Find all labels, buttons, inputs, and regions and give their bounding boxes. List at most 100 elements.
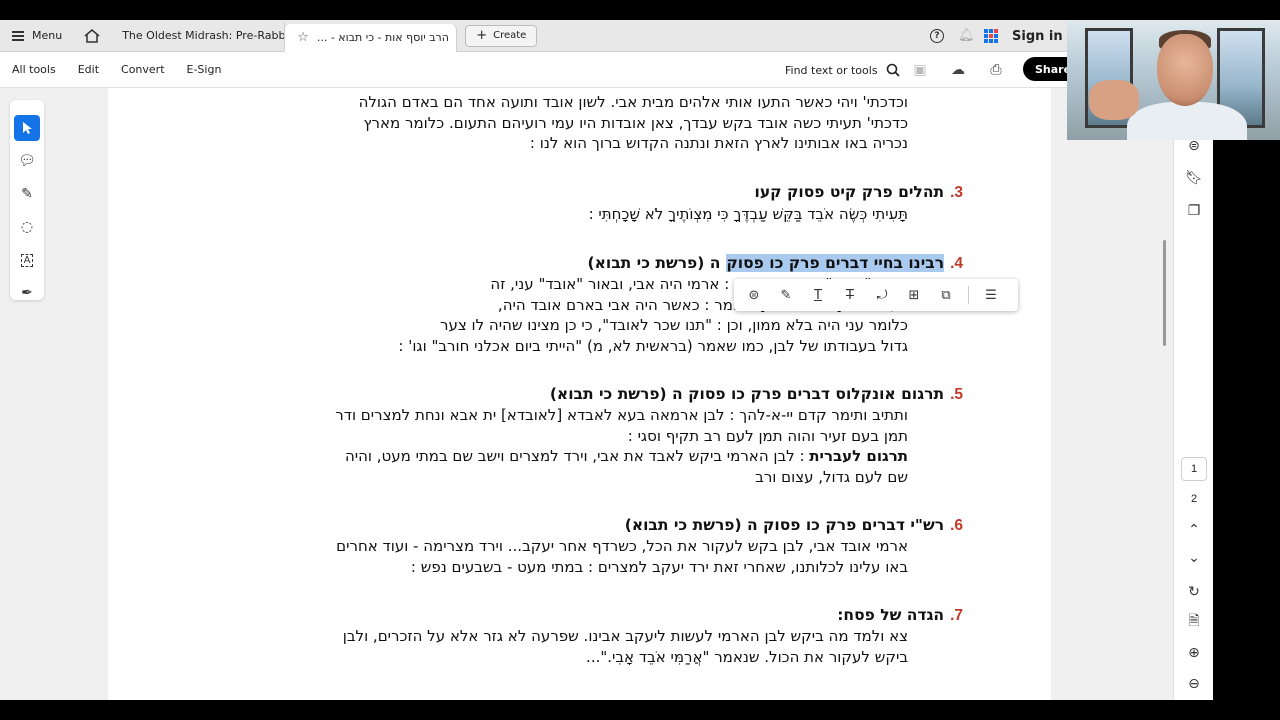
zoom-in-icon[interactable]: ⊕ bbox=[1184, 643, 1204, 663]
section-6-body: ארמי אובד אבי, לבן בקש לעקור את הכל, כשר… bbox=[248, 536, 908, 577]
vertical-scrollbar[interactable] bbox=[1163, 240, 1166, 346]
pen-icon: ✎ bbox=[21, 186, 33, 202]
section-number: .4 bbox=[950, 255, 963, 272]
draw-tool[interactable]: ✎ bbox=[14, 181, 40, 207]
chevron-up-icon[interactable]: ⌃ bbox=[1184, 520, 1204, 540]
apps-grid-icon[interactable] bbox=[984, 29, 998, 43]
signature-tool[interactable]: ✒ bbox=[14, 280, 40, 306]
section-4-heading: .4 רבינו בחיי דברים פרק כו פסוק ה (פרשת … bbox=[588, 254, 963, 273]
print-icon[interactable]: ⎙ bbox=[988, 62, 1004, 78]
text-line: גדול בעבודתו של לבן, כמו שאמר (בראשית לא… bbox=[398, 336, 908, 355]
presenter-face bbox=[1157, 34, 1213, 106]
bell-icon[interactable]: 🔔︎ bbox=[958, 29, 975, 43]
comment-tool[interactable]: 💬︎ bbox=[14, 148, 40, 174]
section-number: .7 bbox=[950, 607, 963, 624]
section-5-heading: .5 תרגום אונקלוס דברים פרק כו פסוק ה (פר… bbox=[550, 385, 963, 404]
cursor-icon bbox=[23, 122, 32, 134]
text-line: וכדכתי' ויהי כאשר התעו אותי אלהים מבית א… bbox=[358, 93, 908, 111]
document-info-icon[interactable]: 🗎︎ bbox=[1184, 612, 1204, 632]
tab-oldest-midrash[interactable]: The Oldest Midrash: Pre-Rabbini... bbox=[110, 21, 286, 50]
menu-button[interactable]: Menu bbox=[0, 20, 74, 51]
intro-paragraph: וכדכתי' ויהי כאשר התעו אותי אלהים מבית א… bbox=[248, 92, 908, 154]
document-page[interactable]: וכדכתי' ויהי כאשר התעו אותי אלהים מבית א… bbox=[108, 88, 1051, 700]
hamburger-icon bbox=[12, 30, 24, 41]
tab-bar-right: ? 🔔︎ Sign in bbox=[930, 20, 1063, 52]
bookmark-icon[interactable]: 🔖︎ bbox=[1184, 168, 1204, 188]
find-text-tools[interactable]: Find text or tools bbox=[785, 52, 900, 88]
text-line: נכריה באו אבותינו לארץ הזאת ונתנה הקדוש … bbox=[529, 134, 908, 152]
screen-border bbox=[1213, 140, 1280, 720]
edit-menu[interactable]: Edit bbox=[78, 63, 99, 76]
chevron-down-icon[interactable]: ⌄ bbox=[1184, 548, 1204, 568]
page-thumbnail-2[interactable]: 2 bbox=[1181, 487, 1207, 511]
page-thumbnail-1[interactable]: 1 bbox=[1181, 457, 1207, 481]
tab-title: The Oldest Midrash: Pre-Rabbini... bbox=[122, 29, 286, 42]
presenter-hand bbox=[1089, 80, 1139, 120]
strikethrough-icon[interactable]: T bbox=[840, 285, 860, 305]
text-line: כלומר עני היה בלא ממון, וכן : "תנו שכר ל… bbox=[440, 316, 908, 334]
signature-icon: ✒ bbox=[21, 285, 33, 301]
section-title: ה (פרשת כי תבוא) bbox=[587, 254, 721, 272]
add-comment-icon[interactable]: ⊜ bbox=[744, 285, 764, 305]
pages-panel-icon[interactable]: ❐ bbox=[1184, 201, 1204, 221]
comment-icon: 💬︎ bbox=[18, 153, 36, 169]
menu-label: Menu bbox=[32, 29, 63, 42]
text-selection-toolbar: ⊜ ✎ T T ⤾ ⊞ ⧉ ☰ bbox=[734, 279, 1018, 311]
text-line: תמן בעם זעיר והוה תמן לעם רב תקיף וסגי : bbox=[627, 426, 908, 445]
section-3-heading: .3 תהלים פרק קיט פסוק קעו bbox=[755, 183, 963, 202]
tab-active-document[interactable]: ☆ הרב יוסף אות - כי תבוא - ... ✕ bbox=[285, 23, 458, 52]
all-tools-menu[interactable]: All tools bbox=[12, 63, 56, 76]
create-button[interactable]: + Create bbox=[465, 24, 538, 47]
star-icon[interactable]: ☆ bbox=[297, 30, 309, 45]
save-icon[interactable]: ▣ bbox=[912, 62, 928, 78]
refresh-icon[interactable]: ↻ bbox=[1184, 582, 1204, 602]
left-tool-rail: 💬︎ ✎ ◌ A ✒ bbox=[0, 88, 108, 700]
translation-line: תרגום לעברית : לבן הארמי ביקש לאבד את אב… bbox=[248, 446, 908, 467]
text-line: ביקש לעקור את הכול. שנאמר "אֲרַמִּי אֹבֵ… bbox=[586, 647, 908, 666]
find-label: Find text or tools bbox=[785, 63, 878, 77]
section-number: .6 bbox=[950, 517, 963, 534]
zoom-out-icon[interactable]: ⊖ bbox=[1184, 674, 1204, 694]
section-number: .5 bbox=[950, 386, 963, 403]
section-7-body: צא ולמד מה ביקש לבן הארמי לעשות ליעקב אב… bbox=[248, 626, 908, 667]
section-number: .3 bbox=[950, 184, 963, 201]
toolbar-icons: ▣ ☁ ⎙ bbox=[912, 52, 1004, 88]
lasso-icon: ◌ bbox=[20, 219, 34, 235]
home-button[interactable] bbox=[74, 20, 110, 51]
esign-menu[interactable]: E-Sign bbox=[187, 63, 222, 76]
underline-icon[interactable]: T bbox=[808, 285, 828, 305]
replace-text-icon[interactable]: ⤾ bbox=[872, 285, 892, 305]
upload-cloud-icon[interactable]: ☁ bbox=[950, 62, 966, 78]
presenter-body bbox=[1127, 102, 1247, 140]
insert-text-icon[interactable]: ⊞ bbox=[904, 285, 924, 305]
text-line: כדכתי' תעיתי כשה אובד בקש עבדך, צאן אובד… bbox=[363, 113, 908, 132]
section-7-heading: .7 הגדה של פסח: bbox=[837, 606, 963, 625]
sign-in-button[interactable]: Sign in bbox=[1012, 29, 1063, 44]
section-3-body: תָּעִיתִי כְּשֶׂה אֹבֵד בַּקֵּשׁ עַבְדֶּ… bbox=[248, 204, 908, 225]
translation-label: תרגום לעברית bbox=[809, 447, 908, 465]
section-title: הגדה של פסח: bbox=[837, 606, 945, 624]
text-line: שם לעם גדול, עצום ורב bbox=[755, 467, 908, 486]
select-cursor-tool[interactable] bbox=[14, 115, 40, 141]
section-title: תרגום אונקלוס דברים פרק כו פסוק ה (פרשת … bbox=[549, 385, 945, 403]
text-box-icon: A bbox=[20, 253, 34, 267]
section-5-body: ותתיב ותימר קדם יי-א-להך : לבן ארמאה בעא… bbox=[248, 405, 908, 487]
text-box-tool[interactable]: A bbox=[14, 247, 40, 273]
right-panel-rail: ⊜ 🔖︎ ❐ 1 2 ⌃ ⌄ ↻ 🗎︎ ⊕ ⊖ bbox=[1173, 88, 1213, 700]
more-options-icon[interactable]: ☰ bbox=[981, 285, 1001, 305]
plus-icon: + bbox=[476, 28, 488, 43]
screen-border bbox=[0, 700, 1280, 720]
text-line: באו עלינו לכלותנו, שאחרי זאת ירד יעקב למ… bbox=[410, 557, 908, 576]
tab-title: הרב יוסף אות - כי תבוא - ... bbox=[316, 31, 449, 44]
home-icon bbox=[84, 28, 100, 43]
highlight-pen-icon[interactable]: ✎ bbox=[776, 285, 796, 305]
text-line: : לבן הארמי ביקש לאבד את אבי, וירד למצרי… bbox=[344, 447, 805, 465]
lasso-tool[interactable]: ◌ bbox=[14, 214, 40, 240]
section-6-heading: .6 רש"י דברים פרק כו פסוק ה (פרשת כי תבו… bbox=[625, 516, 963, 535]
copy-icon[interactable]: ⧉ bbox=[936, 285, 956, 305]
text-line: תָּעִיתִי כְּשֶׂה אֹבֵד בַּקֵּשׁ עַבְדֶּ… bbox=[588, 205, 908, 223]
convert-menu[interactable]: Convert bbox=[121, 63, 165, 76]
webcam-overlay bbox=[1067, 20, 1280, 140]
highlighted-selection[interactable]: רבינו בחיי דברים פרק כו פסוק bbox=[726, 254, 945, 272]
help-icon[interactable]: ? bbox=[930, 29, 944, 43]
